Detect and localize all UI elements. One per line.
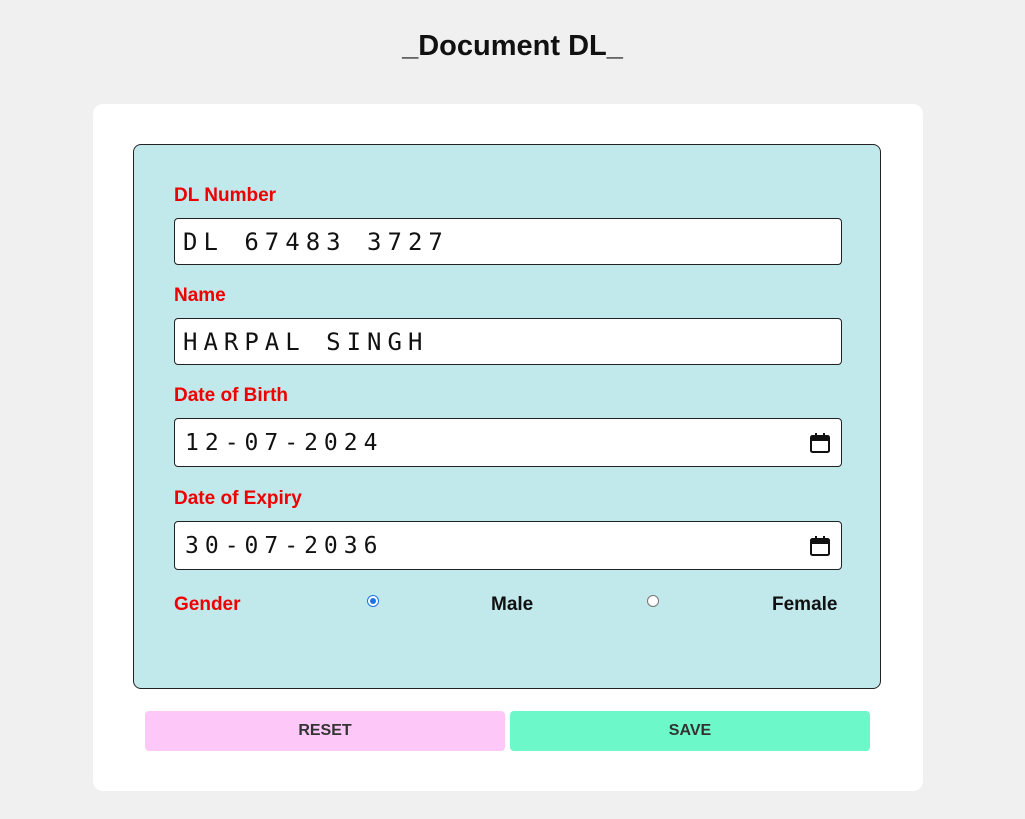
page-title: _Document DL_ (402, 30, 623, 62)
gender-female-radio[interactable] (647, 595, 659, 607)
reset-button[interactable]: RESET (145, 711, 505, 751)
date-of-expiry-value: 30-07-2036 (185, 532, 384, 559)
date-of-expiry-label: Date of Expiry (174, 488, 302, 509)
dl-form-panel: DL Number Name Date of Birth 12-07-2024 … (133, 144, 881, 689)
date-of-expiry-input[interactable]: 30-07-2036 (174, 521, 842, 570)
date-of-birth-label: Date of Birth (174, 385, 288, 406)
calendar-icon[interactable] (809, 535, 831, 557)
calendar-icon[interactable] (809, 432, 831, 454)
gender-male-label: Male (491, 594, 534, 615)
gender-male-radio[interactable] (367, 595, 379, 607)
document-card: DL Number Name Date of Birth 12-07-2024 … (93, 104, 923, 791)
dl-number-input[interactable] (174, 218, 842, 265)
gender-female-label: Female (772, 594, 838, 615)
name-input[interactable] (174, 318, 842, 365)
save-button[interactable]: SAVE (510, 711, 870, 751)
name-label: Name (174, 285, 226, 306)
date-of-birth-value: 12-07-2024 (185, 429, 384, 456)
date-of-birth-input[interactable]: 12-07-2024 (174, 418, 842, 467)
dl-number-label: DL Number (174, 185, 277, 206)
gender-label: Gender (174, 594, 241, 615)
